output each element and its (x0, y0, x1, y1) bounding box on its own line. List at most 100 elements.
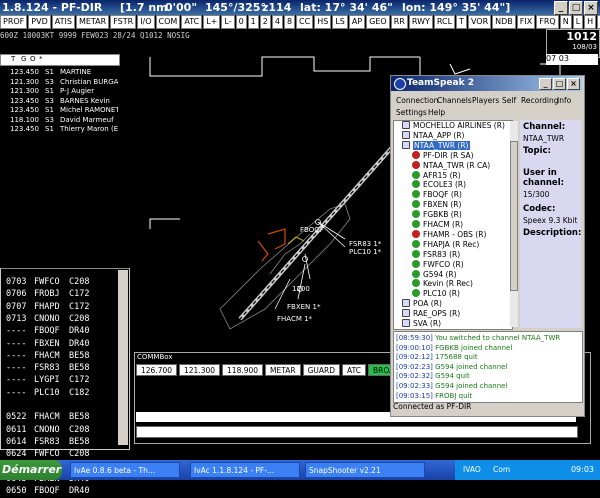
flight-strip[interactable]: 0611 CNONO C208 (4, 425, 116, 437)
toolbar-button-lx[interactable]: L+ (203, 15, 221, 29)
toolbar-button-atc[interactable]: ATC (181, 15, 203, 29)
flight-strip[interactable]: ---- FHACM BE58 (4, 351, 116, 363)
toolbar-button-prof[interactable]: PROF (0, 15, 28, 29)
strip-callsign: FROBJ (34, 289, 60, 300)
toolbar-button-1[interactable]: 1 (247, 15, 259, 29)
log-entry: [09:02:32] G594 quit (396, 372, 470, 381)
tray-item[interactable]: IVAO (463, 465, 481, 474)
minimize-button[interactable]: _ (539, 78, 552, 90)
toolbar-button-metar[interactable]: METAR (75, 15, 110, 29)
strip-time: 0707 (6, 301, 27, 312)
comm-tab[interactable]: ATC (342, 364, 366, 376)
strip-callsign: FSR83 (34, 363, 60, 374)
maximize-button[interactable]: □ (553, 78, 566, 90)
comm-tab[interactable]: METAR (265, 364, 301, 376)
maximize-button[interactable]: □ (569, 1, 583, 15)
toolbar-button-h[interactable]: H (584, 15, 597, 29)
log-entry: [09:02:33] G594 joined channel (396, 382, 507, 391)
menu-item[interactable]: Channels (437, 96, 472, 105)
toolbar-button-ap[interactable]: AP (348, 15, 366, 29)
target-label[interactable]: FHACM 1* (277, 315, 312, 323)
toolbar-button-rwy[interactable]: RWY (408, 15, 433, 29)
target-label[interactable]: 1200 (292, 285, 310, 293)
taskbar-button[interactable]: SnapShooter v2.21 (305, 462, 425, 478)
toolbar-button-ls[interactable]: LS (332, 15, 348, 29)
tree-item-label: PLC10 (R) (423, 289, 460, 299)
target-label[interactable]: PLC10 1* (349, 248, 381, 256)
toolbar-button-rcl[interactable]: RCL (433, 15, 456, 29)
minimize-button[interactable]: _ (554, 1, 568, 15)
toolbar-button-rr[interactable]: RR (390, 15, 408, 29)
toolbar-button-ixo[interactable]: I/O (137, 15, 155, 29)
flight-strip[interactable]: 0706 FROBJ C172 (4, 289, 116, 301)
target-symbol[interactable] (302, 256, 308, 262)
flight-strip[interactable]: ---- FBOQF DR40 (4, 326, 116, 338)
target-label[interactable]: FSR83 1* (349, 240, 381, 248)
flight-strip[interactable]: 0707 FHAPD C172 (4, 302, 116, 314)
strip-scrollbar[interactable] (118, 270, 128, 445)
menu-item[interactable]: Help (428, 108, 445, 117)
channel-tree-scrollbar[interactable] (510, 121, 518, 327)
user-status-icon (412, 210, 420, 219)
toolbar-button-8[interactable]: 8 (283, 15, 296, 29)
flight-strip[interactable]: ---- FSR83 BE58 (4, 363, 116, 375)
toolbar-button-hs[interactable]: HS (314, 15, 332, 29)
comm-tab[interactable]: 126.700 (136, 364, 178, 376)
flight-strip[interactable]: 0650 FBOQF DR40 (4, 486, 116, 498)
close-button[interactable]: × (567, 78, 580, 90)
tray-item[interactable]: Com (493, 465, 510, 474)
toolbar-button-lx[interactable]: L- (221, 15, 235, 29)
toolbar-button-ndb[interactable]: NDB (492, 15, 516, 29)
toolbar-button-l[interactable]: L (572, 15, 584, 29)
toolbar-button-n[interactable]: N (559, 15, 572, 29)
flight-strip[interactable]: 0614 FSR83 BE58 (4, 437, 116, 449)
target-label[interactable]: FBOQF (300, 226, 324, 234)
comm-tab[interactable]: GUARD (302, 364, 341, 376)
toolbar-button-fix[interactable]: FIX (516, 15, 536, 29)
comm-tab[interactable]: 118.900 (222, 364, 264, 376)
comm-input[interactable] (136, 426, 578, 438)
menu-item[interactable]: Recording (521, 96, 559, 105)
teamspeak-title-bar[interactable]: TeamSpeak 2 _ □ × (391, 76, 582, 91)
menu-item[interactable]: Players (472, 96, 499, 105)
toolbar-button-atis[interactable]: ATIS (51, 15, 75, 29)
lat-readout: lat: 17° 34' 46" (300, 1, 393, 14)
toolbar-button-t[interactable]: T (456, 15, 467, 29)
toolbar-button-frq[interactable]: FRQ (536, 15, 559, 29)
toolbar-button-0[interactable]: 0 (235, 15, 247, 29)
zoom-readout: z114 (262, 1, 292, 14)
toolbar-button-fstr[interactable]: FSTR (110, 15, 137, 29)
target-label[interactable]: FBXEN 1* (287, 303, 320, 311)
toolbar-button-2[interactable]: 2 (259, 15, 271, 29)
channel-item[interactable]: SVA (R) (402, 319, 441, 329)
menu-item[interactable]: Settings (396, 108, 427, 117)
start-button[interactable]: Démarrer (0, 460, 62, 480)
scroll-thumb[interactable] (510, 141, 518, 291)
toolbar-button-cc[interactable]: CC (296, 15, 314, 29)
toolbar-button-com[interactable]: COM (155, 15, 181, 29)
toolbar-button-vor[interactable]: VOR (467, 15, 492, 29)
toolbar-button-geo[interactable]: GEO (366, 15, 390, 29)
strip-callsign: FWFCO (34, 449, 60, 460)
strip-aircraft-type: C208 (69, 449, 90, 460)
log-time: [08:59:30] (396, 334, 433, 342)
flight-strip[interactable]: 0713 CNONO C208 (4, 314, 116, 326)
flight-strip[interactable]: 0703 FWFCO C208 (4, 277, 116, 289)
toolbar-button-pvd[interactable]: PVD (28, 15, 51, 29)
flight-strip[interactable]: ---- PLC10 C182 (4, 388, 116, 400)
taskbar-button[interactable]: IvAe 0.8.6 beta - Th... (70, 462, 180, 478)
menu-item[interactable]: Connection (396, 96, 438, 105)
close-button[interactable]: × (584, 1, 598, 15)
flight-strip[interactable] (4, 400, 116, 412)
comm-tab[interactable]: 121.300 (179, 364, 221, 376)
strip-aircraft-type: C172 (69, 301, 90, 312)
flight-strip[interactable]: 0522 FHACM BE58 (4, 412, 116, 424)
tree-item-label: PF-DIR (R SA) (423, 150, 474, 160)
flight-strip[interactable]: ---- FBXEN DR40 (4, 339, 116, 351)
flight-strip[interactable]: ---- LYGPI C172 (4, 375, 116, 387)
menu-item[interactable]: Self (502, 96, 516, 105)
menu-item[interactable]: Info (557, 96, 571, 105)
taskbar-button[interactable]: IvAc 1.1.8.124 - PF-... (190, 462, 300, 478)
toolbar-button-4[interactable]: 4 (271, 15, 283, 29)
app-title: 1.8.124 - PF-DIR (2, 1, 103, 14)
